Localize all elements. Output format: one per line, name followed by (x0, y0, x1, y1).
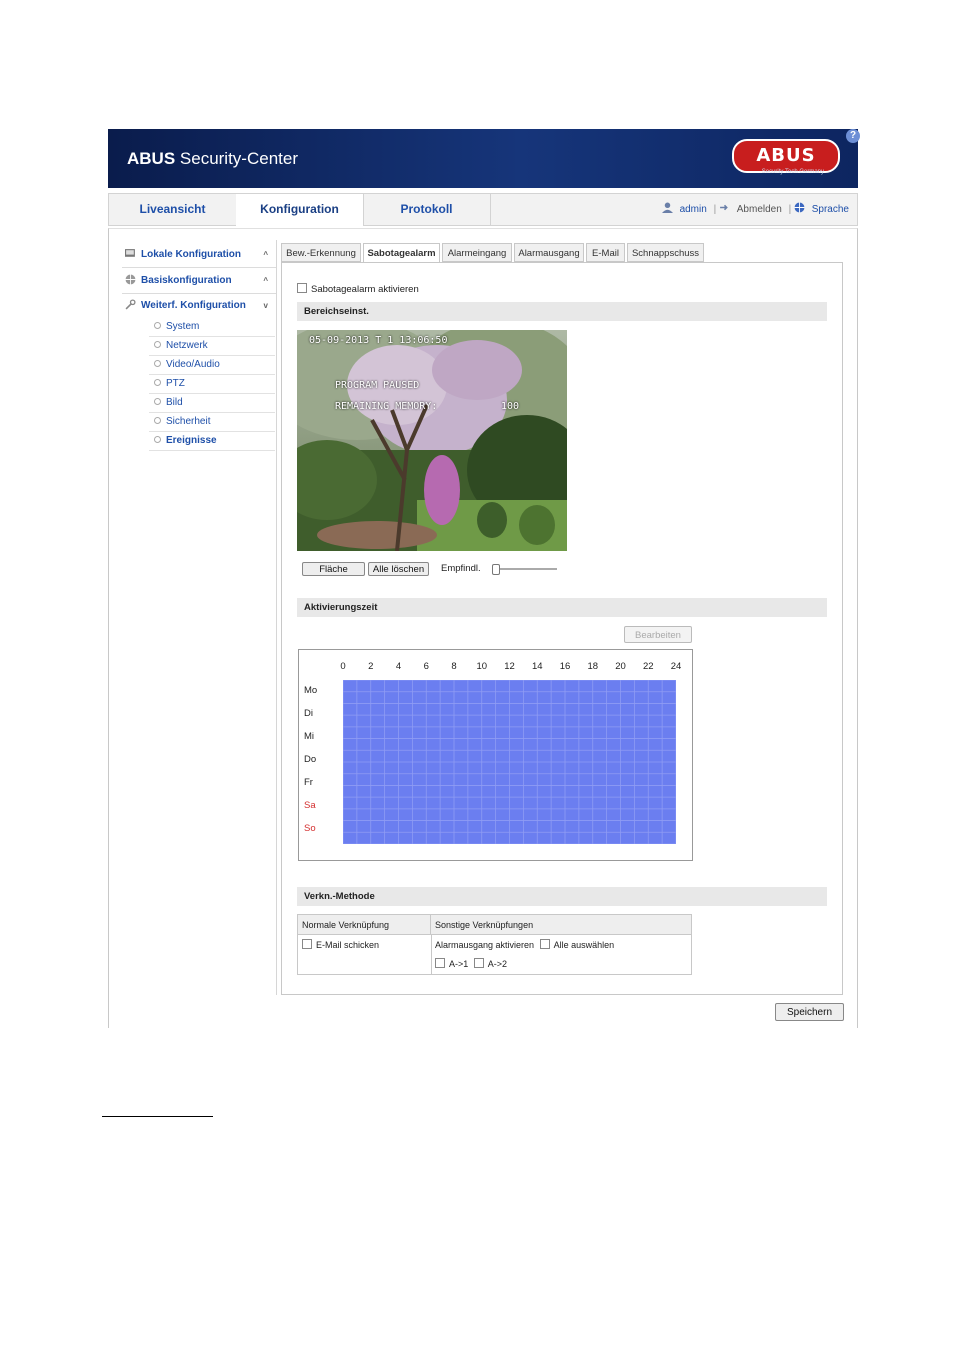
other-links-header: Sonstige Verknüpfungen (431, 915, 691, 935)
alarm-out-row: Alarmausgang aktivieren Alle auswählen (435, 939, 615, 950)
sidebar-item-video-audio[interactable]: Video/Audio (149, 356, 275, 375)
select-all-checkbox[interactable] (539, 939, 550, 949)
save-button[interactable]: Speichern (775, 1003, 844, 1021)
area-settings-header: Bereichseinst. (297, 302, 827, 321)
enable-tamper-label: Sabotagealarm aktivieren (311, 284, 419, 295)
tab-email[interactable]: E-Mail (586, 243, 625, 262)
schedule-hour-label: 14 (531, 661, 543, 672)
tab-liveansicht[interactable]: Liveansicht (109, 194, 237, 225)
normal-link-header: Normale Verknüpfung (298, 915, 431, 935)
tab-konfiguration[interactable]: Konfiguration (236, 194, 364, 226)
sidebar-group-advanced[interactable]: Weiterf. Konfiguration v (122, 294, 276, 318)
language-link[interactable]: Sprache (812, 204, 849, 215)
schedule-hour-label: 16 (559, 661, 571, 672)
logout-icon (720, 204, 728, 211)
schedule-day-label: Mi (304, 731, 315, 742)
tab-sabotagealarm[interactable]: Sabotagealarm (363, 243, 440, 263)
email-checkbox[interactable] (302, 939, 312, 949)
schedule-day-label: Di (304, 708, 313, 719)
schedule-hour-label: 6 (423, 661, 429, 672)
sensitivity-slider-track[interactable] (493, 568, 557, 570)
schedule-hour-label: 12 (504, 661, 515, 672)
local-config-icon (125, 249, 135, 257)
schedule-hour-label: 24 (670, 661, 682, 672)
wrench-icon (125, 299, 136, 310)
sidebar-item-ptz[interactable]: PTZ (149, 375, 275, 394)
schedule-grid[interactable] (343, 680, 676, 844)
enable-tamper-row: Sabotagealarm aktivieren (297, 283, 419, 295)
sidebar-group-basic[interactable]: Basiskonfiguration ^ (122, 269, 276, 294)
schedule-hour-label: 20 (615, 661, 626, 672)
enable-tamper-checkbox[interactable] (297, 283, 307, 293)
tab-protokoll[interactable]: Protokoll (363, 194, 491, 225)
sidebar-group-local[interactable]: Lokale Konfiguration ^ (122, 243, 276, 268)
main-nav: Liveansicht Konfiguration Protokoll admi… (108, 193, 858, 226)
chevron-up-icon: ^ (263, 250, 268, 259)
sidebar-item-sicherheit[interactable]: Sicherheit (149, 413, 275, 432)
activation-time-header: Aktivierungszeit (297, 598, 827, 617)
schedule-hour-label: 8 (451, 661, 457, 672)
tab-alarmeingang[interactable]: Alarmeingang (442, 243, 512, 262)
sidebar-group-label: Weiterf. Konfiguration (141, 300, 246, 311)
schedule-hour-label: 4 (395, 661, 402, 672)
chevron-down-icon: v (263, 301, 268, 310)
email-row: E-Mail schicken (302, 939, 379, 950)
schedule-hour-label: 2 (368, 661, 374, 672)
schedule-hour-label: 22 (642, 661, 654, 672)
sidebar-item-bild[interactable]: Bild (149, 394, 275, 413)
sidebar-item-ereignisse[interactable]: Ereignisse (149, 432, 275, 451)
globe-icon (125, 274, 136, 285)
globe-icon (794, 202, 805, 213)
logout-link[interactable]: Abmelden (737, 204, 782, 215)
app-header: ABUS Security-Center ABUS Security Tech … (108, 129, 860, 188)
page-rule (102, 1116, 213, 1117)
camera-osd-timestamp: 05-09-2013 T 1 13:06:50 (309, 335, 448, 346)
output-1-checkbox[interactable] (435, 958, 445, 968)
clear-all-button[interactable]: Alle löschen (368, 562, 429, 576)
link-method-header: Verkn.-Methode (297, 887, 827, 906)
link-method-table: Normale Verknüpfung Sonstige Verknüpfung… (297, 914, 692, 975)
schedule-day-label: Do (304, 754, 317, 765)
tab-alarmausgang[interactable]: Alarmausgang (514, 243, 584, 262)
schedule-hour-label: 10 (476, 661, 488, 672)
sensitivity-label: Empfindl. (441, 563, 481, 574)
chevron-up-icon: ^ (263, 276, 268, 285)
area-button[interactable]: Fläche (302, 562, 365, 576)
edit-schedule-button[interactable]: Bearbeiten (624, 626, 692, 643)
output-2-checkbox[interactable] (473, 958, 484, 968)
sidebar-item-netzwerk[interactable]: Netzwerk (149, 337, 275, 356)
sidebar-item-system[interactable]: System (149, 318, 275, 337)
tab-bew-erkennung[interactable]: Bew.-Erkennung (281, 243, 361, 262)
sensitivity-slider-thumb[interactable] (492, 564, 500, 575)
question-icon[interactable]: ? (846, 129, 860, 143)
schedule-hour-label: 0 (340, 661, 346, 672)
camera-scene (297, 330, 567, 551)
camera-osd-memory-value: 100 (501, 401, 520, 412)
camera-preview[interactable]: 05-09-2013 T 1 13:06:50 PROGRAM PAUSED R… (297, 330, 567, 551)
camera-osd-status: PROGRAM PAUSED (335, 380, 420, 391)
app-title: ABUS Security-Center (127, 149, 298, 168)
logo-subtitle: Security Tech Germany (761, 169, 824, 175)
tab-schnappschuss[interactable]: Schnappschuss (627, 243, 704, 262)
schedule-day-label: Mo (304, 685, 318, 696)
schedule-day-label: Sa (304, 800, 316, 811)
sidebar-divider (276, 240, 277, 995)
abus-logo: ABUS (732, 139, 840, 173)
schedule-hour-label: 18 (587, 661, 599, 672)
user-icon (661, 202, 673, 213)
sidebar-group-label: Basiskonfiguration (141, 275, 232, 286)
schedule-day-label: Fr (304, 777, 313, 788)
camera-osd-memory: REMAINING MEMORY: (335, 401, 438, 412)
schedule-day-label: So (304, 823, 316, 834)
user-menu: admin | Abmelden | Sprache (661, 194, 849, 225)
user-name[interactable]: admin (680, 204, 707, 215)
sidebar-group-label: Lokale Konfiguration (141, 249, 241, 260)
outputs-row: A->1 A->2 (435, 958, 507, 969)
